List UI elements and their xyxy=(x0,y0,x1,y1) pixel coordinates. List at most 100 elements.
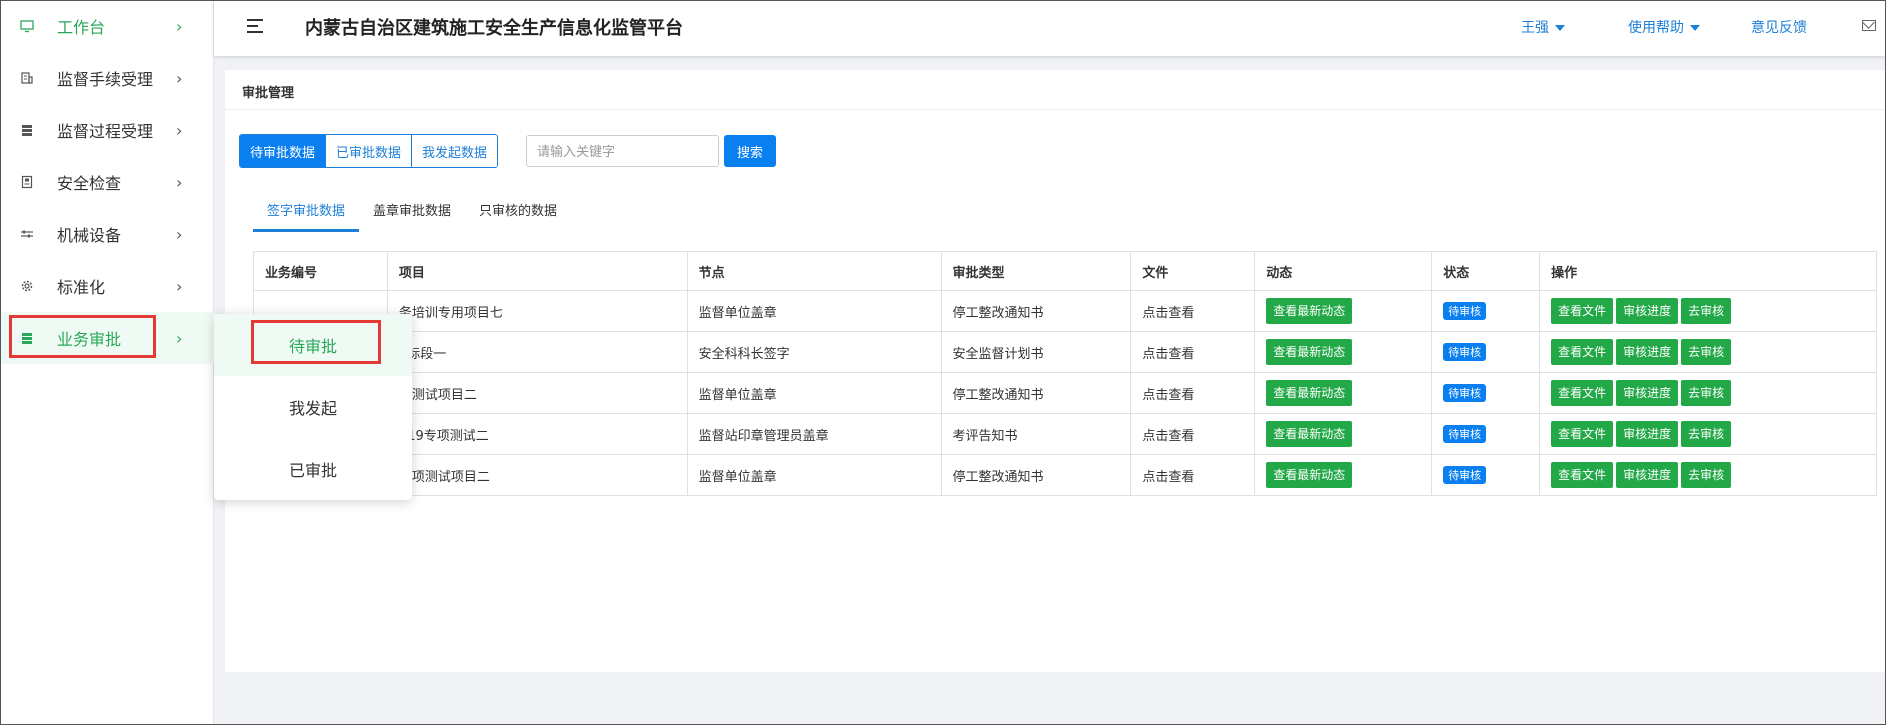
view-file-button[interactable]: 查看文件 xyxy=(1551,380,1614,406)
status-badge: 待审核 xyxy=(1443,302,1487,320)
cell-dynamic: 查看最新动态 xyxy=(1254,331,1433,373)
main-card: 审批管理 待审批数据 已审批数据 我发起数据 搜索 签字审批数据 盖章审批数据 … xyxy=(225,70,1886,672)
review-progress-button[interactable]: 审核进度 xyxy=(1616,421,1679,447)
submenu-item-approved[interactable]: 已审批 xyxy=(214,438,412,500)
search-button[interactable]: 搜索 xyxy=(724,135,776,167)
chevron-right-icon: › xyxy=(176,224,183,244)
col-header: 操作 xyxy=(1539,251,1877,291)
filter-button-group: 待审批数据 已审批数据 我发起数据 xyxy=(239,134,499,168)
cell-node: 监督站印章管理员盖章 xyxy=(686,413,942,455)
col-header: 文件 xyxy=(1130,251,1256,291)
caret-down-icon xyxy=(1555,25,1565,31)
review-progress-button[interactable]: 审核进度 xyxy=(1616,339,1679,365)
sidebar-item-label: 监督过程受理 xyxy=(57,122,154,141)
cell-node: 监督单位盖章 xyxy=(686,454,942,496)
go-review-button[interactable]: 去审核 xyxy=(1681,462,1732,488)
go-review-button[interactable]: 去审核 xyxy=(1681,380,1732,406)
chevron-right-icon: › xyxy=(176,68,183,88)
table-header-row: 业务编号 项目 节点 审批类型 文件 动态 状态 操作 xyxy=(253,251,1877,291)
cell-status: 待审核 xyxy=(1431,331,1541,373)
sidebar: 工作台 › 监督手续受理 › 监督过程受理 › 安全检查 › 机械设备 › 标准… xyxy=(0,0,214,725)
view-latest-dynamic-button[interactable]: 查看最新动态 xyxy=(1266,462,1353,488)
review-progress-button[interactable]: 审核进度 xyxy=(1616,380,1679,406)
cell-project: 专项测试项目二 xyxy=(386,454,688,496)
cell-dynamic: 查看最新动态 xyxy=(1254,413,1433,455)
cell-file[interactable]: 点击查看 xyxy=(1130,372,1256,414)
cell-status: 待审核 xyxy=(1431,454,1541,496)
building-icon xyxy=(19,70,35,86)
col-header: 审批类型 xyxy=(940,251,1132,291)
search-input[interactable] xyxy=(526,135,719,167)
sidebar-item-business-approval[interactable]: 业务审批 › xyxy=(0,312,214,364)
tabs: 签字审批数据 盖章审批数据 只审核的数据 xyxy=(253,200,571,232)
gear-icon xyxy=(19,278,35,294)
col-header: 业务编号 xyxy=(253,251,388,291)
table-row: 项测试项目二 监督单位盖章 停工整改通知书 点击查看 查看最新动态 待审核 查看文件 审核进度… xyxy=(253,372,1877,414)
chevron-right-icon: › xyxy=(176,172,183,192)
cell-file[interactable]: 点击查看 xyxy=(1130,454,1256,496)
pending-data-button[interactable]: 待审批数据 xyxy=(240,135,327,167)
user-menu[interactable]: 王强 xyxy=(1521,17,1565,37)
submenu-item-initiated[interactable]: 我发起 xyxy=(214,376,412,438)
page-title: 内蒙古自治区建筑施工安全生产信息化监管平台 xyxy=(305,18,683,39)
cell-actions: 查看文件 审核进度 去审核 xyxy=(1539,290,1877,332)
sidebar-item-machinery[interactable]: 机械设备 › xyxy=(0,208,214,260)
menu-toggle-icon[interactable] xyxy=(247,18,265,34)
caret-down-icon xyxy=(1690,25,1700,31)
cell-status: 待审核 xyxy=(1431,413,1541,455)
divider xyxy=(225,109,1886,110)
col-header: 状态 xyxy=(1431,251,1541,291)
submenu-item-pending[interactable]: 待审批 xyxy=(214,314,412,376)
go-review-button[interactable]: 去审核 xyxy=(1681,339,1732,365)
sidebar-item-supervision-process[interactable]: 监督过程受理 › xyxy=(0,104,214,156)
cell-file[interactable]: 点击查看 xyxy=(1130,331,1256,373)
cell-type: 停工整改通知书 xyxy=(940,372,1132,414)
view-latest-dynamic-button[interactable]: 查看最新动态 xyxy=(1266,380,1353,406)
cell-file[interactable]: 点击查看 xyxy=(1130,413,1256,455)
cell-file[interactable]: 点击查看 xyxy=(1130,290,1256,332)
sidebar-item-label: 工作台 xyxy=(57,18,106,37)
cell-actions: 查看文件 审核进度 去审核 xyxy=(1539,331,1877,373)
status-badge: 待审核 xyxy=(1443,384,1487,402)
sidebar-item-workbench[interactable]: 工作台 › xyxy=(0,0,214,52)
feedback-link[interactable]: 意见反馈 xyxy=(1751,17,1807,37)
sidebar-item-supervision-procedure[interactable]: 监督手续受理 › xyxy=(0,52,214,104)
mail-icon[interactable] xyxy=(1862,20,1876,31)
chevron-right-icon: › xyxy=(176,276,183,296)
approved-data-button[interactable]: 已审批数据 xyxy=(326,135,413,167)
review-progress-button[interactable]: 审核进度 xyxy=(1616,462,1679,488)
sidebar-item-label: 安全检查 xyxy=(57,174,122,193)
cell-project: 019专项测试二 xyxy=(386,413,688,455)
sidebar-item-label: 业务审批 xyxy=(57,330,122,349)
tab-seal[interactable]: 盖章审批数据 xyxy=(359,200,465,232)
cell-type: 安全监督计划书 xyxy=(940,331,1132,373)
view-latest-dynamic-button[interactable]: 查看最新动态 xyxy=(1266,298,1353,324)
view-file-button[interactable]: 查看文件 xyxy=(1551,462,1614,488)
sidebar-item-standardization[interactable]: 标准化 › xyxy=(0,260,214,312)
initiated-data-button[interactable]: 我发起数据 xyxy=(412,135,498,167)
cell-actions: 查看文件 审核进度 去审核 xyxy=(1539,454,1877,496)
list-icon xyxy=(19,330,35,346)
cell-type: 考评告知书 xyxy=(940,413,1132,455)
view-latest-dynamic-button[interactable]: 查看最新动态 xyxy=(1266,421,1353,447)
view-file-button[interactable]: 查看文件 xyxy=(1551,298,1614,324)
review-progress-button[interactable]: 审核进度 xyxy=(1616,298,1679,324)
sidebar-item-safety-check[interactable]: 安全检查 › xyxy=(0,156,214,208)
help-menu[interactable]: 使用帮助 xyxy=(1628,17,1700,37)
approval-table: 业务编号 项目 节点 审批类型 文件 动态 状态 操作 务培训专用项目七 监督单位… xyxy=(253,251,1877,496)
view-file-button[interactable]: 查看文件 xyxy=(1551,421,1614,447)
cell-actions: 查看文件 审核进度 去审核 xyxy=(1539,372,1877,414)
tab-review-only[interactable]: 只审核的数据 xyxy=(465,200,571,232)
chevron-right-icon: › xyxy=(176,16,183,36)
tab-signature[interactable]: 签字审批数据 xyxy=(253,200,360,232)
top-header: 内蒙古自治区建筑施工安全生产信息化监管平台 王强 使用帮助 意见反馈 xyxy=(214,0,1886,56)
view-latest-dynamic-button[interactable]: 查看最新动态 xyxy=(1266,339,1353,365)
view-file-button[interactable]: 查看文件 xyxy=(1551,339,1614,365)
cell-dynamic: 查看最新动态 xyxy=(1254,454,1433,496)
status-badge: 待审核 xyxy=(1443,343,1487,361)
go-review-button[interactable]: 去审核 xyxy=(1681,421,1732,447)
table-row: 务培训专用项目七 监督单位盖章 停工整改通知书 点击查看 查看最新动态 待审核 查看文件 审核… xyxy=(253,290,1877,332)
go-review-button[interactable]: 去审核 xyxy=(1681,298,1732,324)
cell-node: 安全科科长签字 xyxy=(686,331,942,373)
col-header: 项目 xyxy=(386,251,688,291)
